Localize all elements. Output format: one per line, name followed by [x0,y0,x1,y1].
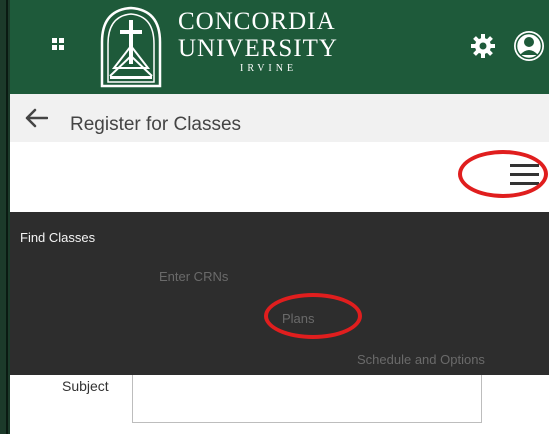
subject-input[interactable] [132,375,482,423]
menu-item-plans[interactable]: Plans [282,311,315,326]
page-title-bar: Register for Classes [10,94,549,142]
menu-item-schedule-and-options[interactable]: Schedule and Options [357,352,485,367]
page-title: Register for Classes [70,114,242,135]
registration-menu: Find Classes Enter CRNs Plans Schedule a… [10,212,549,375]
grid-icon[interactable] [52,38,64,50]
window-edge [0,0,10,434]
gear-icon[interactable] [471,34,495,58]
menu-item-enter-crns[interactable]: Enter CRNs [159,269,228,284]
university-logo [100,6,162,88]
menu-toggle-row [10,142,549,212]
hamburger-icon[interactable] [510,164,539,186]
brand-line-1: CONCORDIA [178,8,336,35]
brand-line-2: UNIVERSITY [178,35,338,62]
brand-line-3: IRVINE [240,63,298,74]
menu-item-find-classes[interactable]: Find Classes [20,230,95,245]
user-icon[interactable] [513,30,545,62]
search-form: Subject [10,375,549,434]
subject-label: Subject [62,378,109,394]
screenshot-frame: CONCORDIA UNIVERSITY IRVINE Register for… [0,0,549,434]
arrow-left-icon[interactable] [24,108,48,128]
brand-wordmark: CONCORDIA UNIVERSITY IRVINE [178,8,338,76]
app-header: CONCORDIA UNIVERSITY IRVINE [10,0,549,94]
